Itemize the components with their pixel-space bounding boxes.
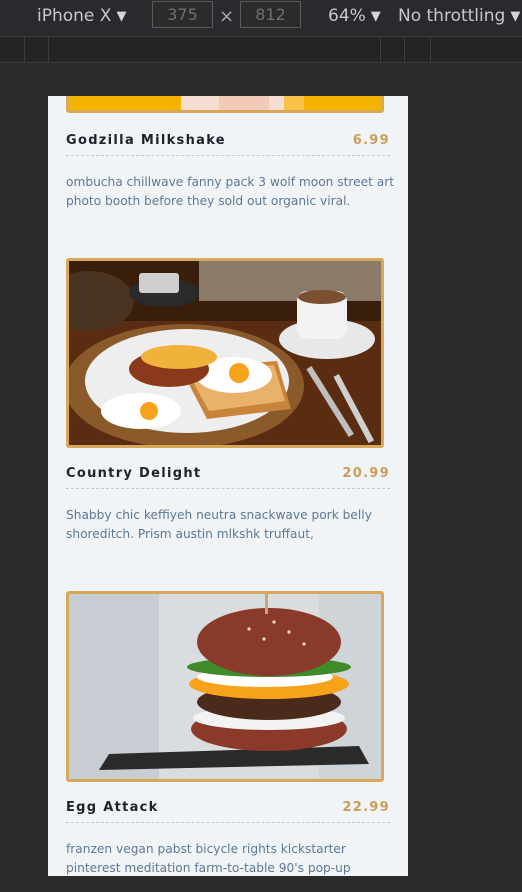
item-price: 6.99 [352,133,390,148]
ruler-tick [380,37,381,62]
milkshake-image [69,96,381,110]
ruler-tick [24,37,25,62]
device-viewport[interactable]: Godzilla Milkshake 6.99 ombucha chillwav… [48,96,408,876]
item-price: 22.99 [342,800,390,815]
breakfast-plate-image [69,261,381,445]
device-select[interactable]: iPhone X ▼ [37,0,126,33]
menu-item-image [66,591,384,782]
height-input[interactable] [240,1,301,28]
menu-item-image [66,96,384,113]
item-name: Country Delight [66,466,202,481]
menu-item-image [66,258,384,448]
item-name: Egg Attack [66,800,159,815]
item-description: franzen vegan pabst bicycle rights kicks… [66,842,351,875]
chevron-down-icon: ▼ [116,9,127,24]
times-icon: × [219,6,235,27]
chevron-down-icon: ▼ [370,9,381,24]
chevron-down-icon: ▼ [510,9,521,24]
item-description: Shabby chic keffiyeh neutra snackwave po… [66,508,372,541]
item-price: 20.99 [342,466,390,481]
divider [66,155,390,156]
divider [66,488,390,489]
zoom-select[interactable]: 64% ▼ [328,0,381,33]
throttling-value: No throttling [398,6,506,26]
ruler-tick [404,37,405,62]
device-toolbar: iPhone X ▼ × 64% ▼ No throttling ▼ [0,0,522,37]
width-input[interactable] [152,1,213,28]
burger-image [69,594,381,779]
item-description: ombucha chillwave fanny pack 3 wolf moon… [66,175,395,208]
divider [66,822,390,823]
throttling-select[interactable]: No throttling ▼ [398,0,520,33]
device-name: iPhone X [37,6,112,26]
zoom-value: 64% [328,6,366,26]
ruler-tick [430,37,431,62]
item-name: Godzilla Milkshake [66,133,226,148]
ruler-tick [48,37,49,62]
media-query-ruler[interactable] [0,37,522,63]
